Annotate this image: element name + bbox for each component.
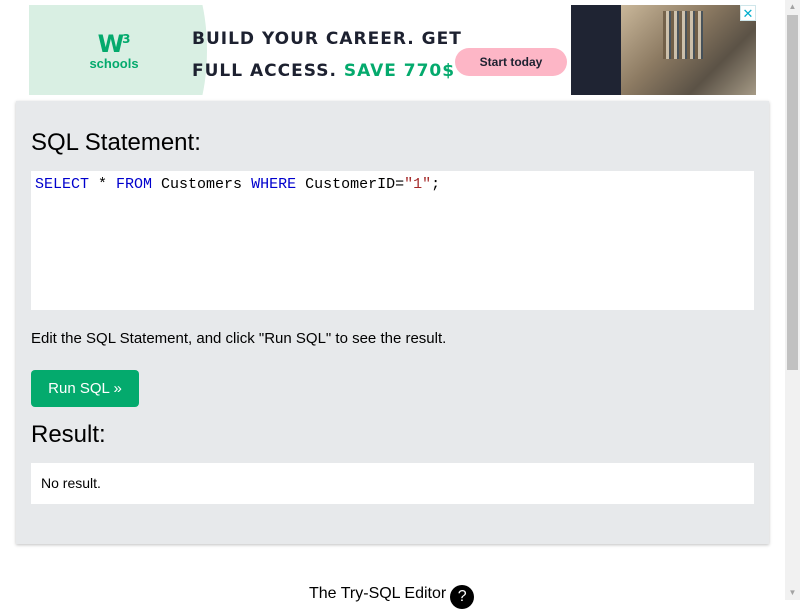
- try-sql-editor-footer: The Try-SQL Editor?: [309, 583, 475, 609]
- scrollbar-thumb[interactable]: [787, 15, 798, 370]
- ad-headline: BUILD YOUR CAREER. GET FULL ACCESS. SAVE…: [192, 23, 462, 87]
- ad-headline-line1: BUILD YOUR CAREER. GET: [192, 29, 462, 49]
- ad-photo-bookshelf: [663, 11, 703, 59]
- vertical-scrollbar[interactable]: ▲ ▼: [785, 0, 800, 600]
- sql-text: *: [89, 176, 117, 193]
- help-icon[interactable]: ?: [450, 585, 475, 609]
- ad-start-today-button[interactable]: Start today: [455, 48, 567, 76]
- sql-text: CustomerID=: [296, 176, 405, 193]
- logo-sup: 3: [122, 32, 131, 46]
- sql-editor-panel: SQL Statement: SELECT * FROM Customers W…: [16, 101, 769, 544]
- result-box: No result.: [31, 463, 754, 504]
- sql-keyword: FROM: [116, 176, 153, 193]
- sql-text: Customers: [152, 176, 252, 193]
- sql-code-editor[interactable]: SELECT * FROM Customers WHERE CustomerID…: [31, 171, 754, 310]
- sql-statement-heading: SQL Statement:: [31, 129, 201, 156]
- scroll-down-icon[interactable]: ▼: [785, 586, 800, 600]
- result-heading: Result:: [31, 421, 106, 448]
- ad-headline-save: SAVE 770$: [343, 61, 456, 81]
- w3schools-logo: W3 schools: [84, 27, 144, 77]
- footer-label: The Try-SQL Editor: [309, 585, 447, 602]
- scroll-up-icon[interactable]: ▲: [785, 0, 800, 14]
- ad-close-icon[interactable]: ✕: [740, 5, 756, 21]
- sql-string: "1": [404, 176, 432, 193]
- ad-photo: [571, 5, 756, 95]
- ad-headline-line2: FULL ACCESS.: [192, 61, 337, 81]
- logo-text: schools: [89, 56, 139, 71]
- ad-banner[interactable]: W3 schools BUILD YOUR CAREER. GET FULL A…: [29, 5, 756, 95]
- logo-mark: W: [97, 30, 125, 58]
- sql-text: ;: [431, 176, 441, 193]
- sql-keyword: SELECT: [35, 176, 90, 193]
- editor-hint: Edit the SQL Statement, and click "Run S…: [31, 330, 447, 347]
- sql-keyword: WHERE: [251, 176, 297, 193]
- run-sql-button[interactable]: Run SQL »: [31, 370, 139, 407]
